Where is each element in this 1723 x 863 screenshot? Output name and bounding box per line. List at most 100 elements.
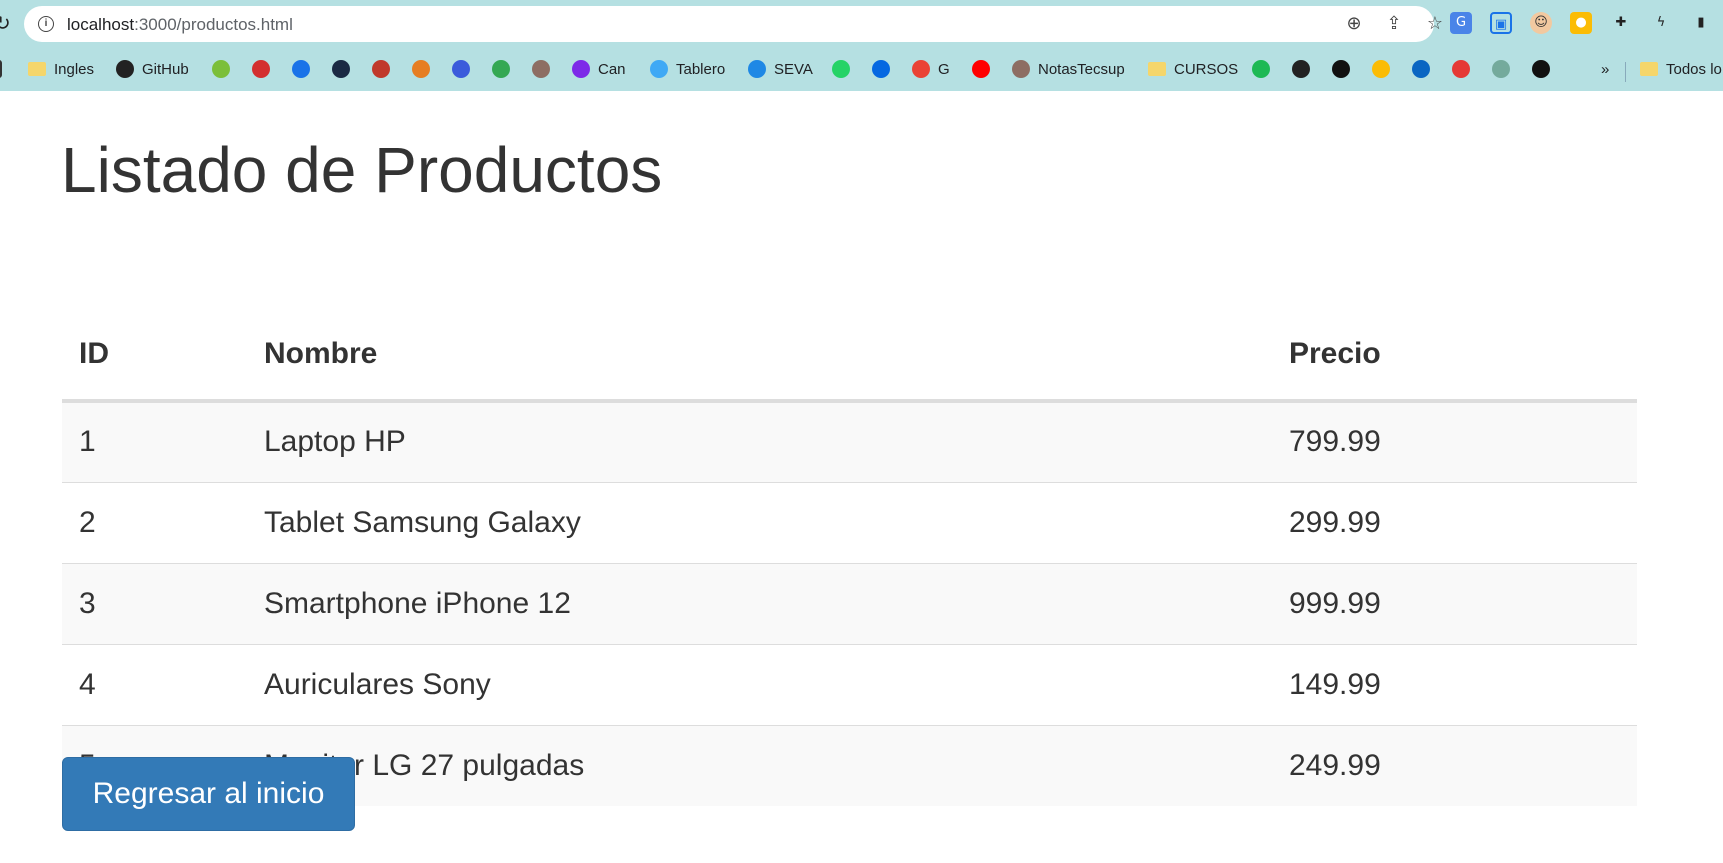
site-favicon-icon xyxy=(532,60,550,78)
address-bar-row: ↻ i localhost:3000/productos.html ⊕ ⇪ ☆ … xyxy=(0,0,1723,48)
side-panel-icon[interactable]: ▮ xyxy=(1690,12,1712,34)
cell-nombre: Laptop HP xyxy=(264,425,406,459)
star-bookmark-icon[interactable]: ☆ xyxy=(1425,14,1445,34)
bookmark-label: Tablero xyxy=(676,60,726,78)
bookmark-item[interactable] xyxy=(1452,58,1478,80)
bookmark-item[interactable]: Can xyxy=(572,58,626,80)
cell-id: 2 xyxy=(62,481,247,563)
bookmark-item[interactable] xyxy=(292,58,318,80)
bookmark-item[interactable] xyxy=(1252,58,1278,80)
keep-extension-icon[interactable]: ● xyxy=(1570,12,1592,34)
site-favicon-icon xyxy=(332,60,350,78)
all-bookmarks-folder[interactable]: Todos lo xyxy=(1640,58,1722,80)
site-info-icon[interactable]: i xyxy=(38,16,54,32)
cell-precio: 149.99 xyxy=(1272,643,1637,725)
cell-precio: 299.99 xyxy=(1272,481,1637,563)
table-row: 3 Smartphone iPhone 12 999.99 xyxy=(62,562,1637,644)
bookmark-item[interactable] xyxy=(412,58,438,80)
bookmark-item[interactable]: GitHub xyxy=(116,58,189,80)
bookmarks-overflow-chevron-icon[interactable]: » xyxy=(1601,58,1609,80)
bookmark-item[interactable] xyxy=(532,58,558,80)
header-id: ID xyxy=(62,308,247,403)
page-content: Listado de Productos ID Nombre Precio 1 … xyxy=(0,91,1723,863)
bookmark-item[interactable]: G xyxy=(912,58,950,80)
zoom-icon[interactable]: ⊕ xyxy=(1344,14,1364,34)
cell-precio: 999.99 xyxy=(1272,562,1637,644)
bookmark-label: Ingles xyxy=(54,60,95,78)
translate-extension-icon[interactable]: G xyxy=(1450,12,1472,34)
cell-nombre: Monitor LG 27 pulgadas xyxy=(247,724,1272,806)
bookmark-label: NotasTecsup xyxy=(1038,60,1125,78)
bookmark-item[interactable] xyxy=(1532,58,1558,80)
site-favicon-icon xyxy=(972,60,990,78)
site-favicon-icon xyxy=(572,60,590,78)
cell-nombre: Smartphone iPhone 12 xyxy=(247,562,1272,644)
products-table: ID Nombre Precio 1 Laptop HP 799.99 2 Ta… xyxy=(62,308,1637,806)
site-favicon-icon xyxy=(212,60,230,78)
back-to-home-button[interactable]: Regresar al inicio xyxy=(62,757,355,831)
url-host: localhost xyxy=(67,15,135,34)
site-favicon-icon xyxy=(1012,60,1030,78)
site-favicon-icon xyxy=(292,60,310,78)
site-favicon-icon xyxy=(1532,60,1550,78)
bookmark-item[interactable] xyxy=(212,58,238,80)
table-row: 2 Tablet Samsung Galaxy 299.99 xyxy=(62,481,1637,563)
bookmark-item[interactable] xyxy=(1292,58,1318,80)
table-row: 1 Laptop HP 799.99 xyxy=(62,401,1637,482)
table-header-row: ID Nombre Precio xyxy=(62,308,1637,403)
bookmark-item[interactable]: Tablero xyxy=(650,58,725,80)
screenshot-extension-icon[interactable]: ▣ xyxy=(1490,12,1512,34)
bookmark-label: SEVA xyxy=(774,60,813,78)
table-row: 4 Auriculares Sony 149.99 xyxy=(62,643,1637,725)
performance-icon[interactable]: ϟ xyxy=(1650,12,1672,34)
header-nombre: Nombre xyxy=(247,308,1272,403)
bookmark-item[interactable] xyxy=(452,58,478,80)
bookmark-label: G xyxy=(938,60,950,78)
site-favicon-icon xyxy=(372,60,390,78)
site-favicon-icon xyxy=(492,60,510,78)
bookmarks-divider xyxy=(1625,62,1626,82)
bookmark-item[interactable]: SEVA xyxy=(748,58,813,80)
url-text[interactable]: localhost:3000/productos.html xyxy=(67,15,293,35)
bookmark-item[interactable] xyxy=(332,58,358,80)
bookmark-item[interactable] xyxy=(832,58,858,80)
site-favicon-icon xyxy=(748,60,766,78)
bookmark-item[interactable] xyxy=(372,58,398,80)
reload-icon[interactable]: ↻ xyxy=(0,11,11,35)
cell-nombre: Tablet Samsung Galaxy xyxy=(247,481,1272,563)
bookmark-item[interactable] xyxy=(1372,58,1398,80)
apps-icon[interactable] xyxy=(0,58,10,80)
bookmark-item[interactable] xyxy=(972,58,998,80)
profile-extension-icon[interactable]: ☺ xyxy=(1530,12,1552,34)
bookmark-label: Can xyxy=(598,60,626,78)
bookmark-item[interactable] xyxy=(1332,58,1358,80)
folder-icon xyxy=(1640,62,1658,76)
bookmark-item[interactable] xyxy=(1492,58,1518,80)
folder-icon xyxy=(1148,62,1166,76)
bookmark-item[interactable] xyxy=(1412,58,1438,80)
site-favicon-icon xyxy=(452,60,470,78)
site-favicon-icon xyxy=(872,60,890,78)
cell-id: 1 xyxy=(79,425,96,459)
site-favicon-icon xyxy=(1292,60,1310,78)
cell-nombre: Auriculares Sony xyxy=(247,643,1272,725)
bookmark-label: CURSOS xyxy=(1174,60,1239,78)
share-icon[interactable]: ⇪ xyxy=(1384,14,1404,34)
bookmark-item[interactable] xyxy=(252,58,278,80)
bookmark-item[interactable] xyxy=(872,58,898,80)
bookmark-folder[interactable]: Ingles xyxy=(28,58,94,80)
address-bar[interactable]: i localhost:3000/productos.html ⊕ ⇪ ☆ xyxy=(24,6,1443,42)
site-favicon-icon xyxy=(412,60,430,78)
bookmark-folder[interactable]: CURSOS xyxy=(1148,58,1238,80)
cell-precio: 799.99 xyxy=(1289,425,1381,459)
cell-id: 4 xyxy=(62,643,247,725)
puzzle-extensions-icon[interactable]: ✚ xyxy=(1610,12,1632,34)
url-path: :3000/productos.html xyxy=(134,15,293,34)
browser-chrome: ↻ i localhost:3000/productos.html ⊕ ⇪ ☆ … xyxy=(0,0,1723,91)
site-favicon-icon xyxy=(1492,60,1510,78)
bookmark-item[interactable] xyxy=(492,58,518,80)
site-favicon-icon xyxy=(650,60,668,78)
bookmark-item[interactable]: NotasTecsup xyxy=(1012,58,1125,80)
site-favicon-icon xyxy=(1252,60,1270,78)
site-favicon-icon xyxy=(1452,60,1470,78)
